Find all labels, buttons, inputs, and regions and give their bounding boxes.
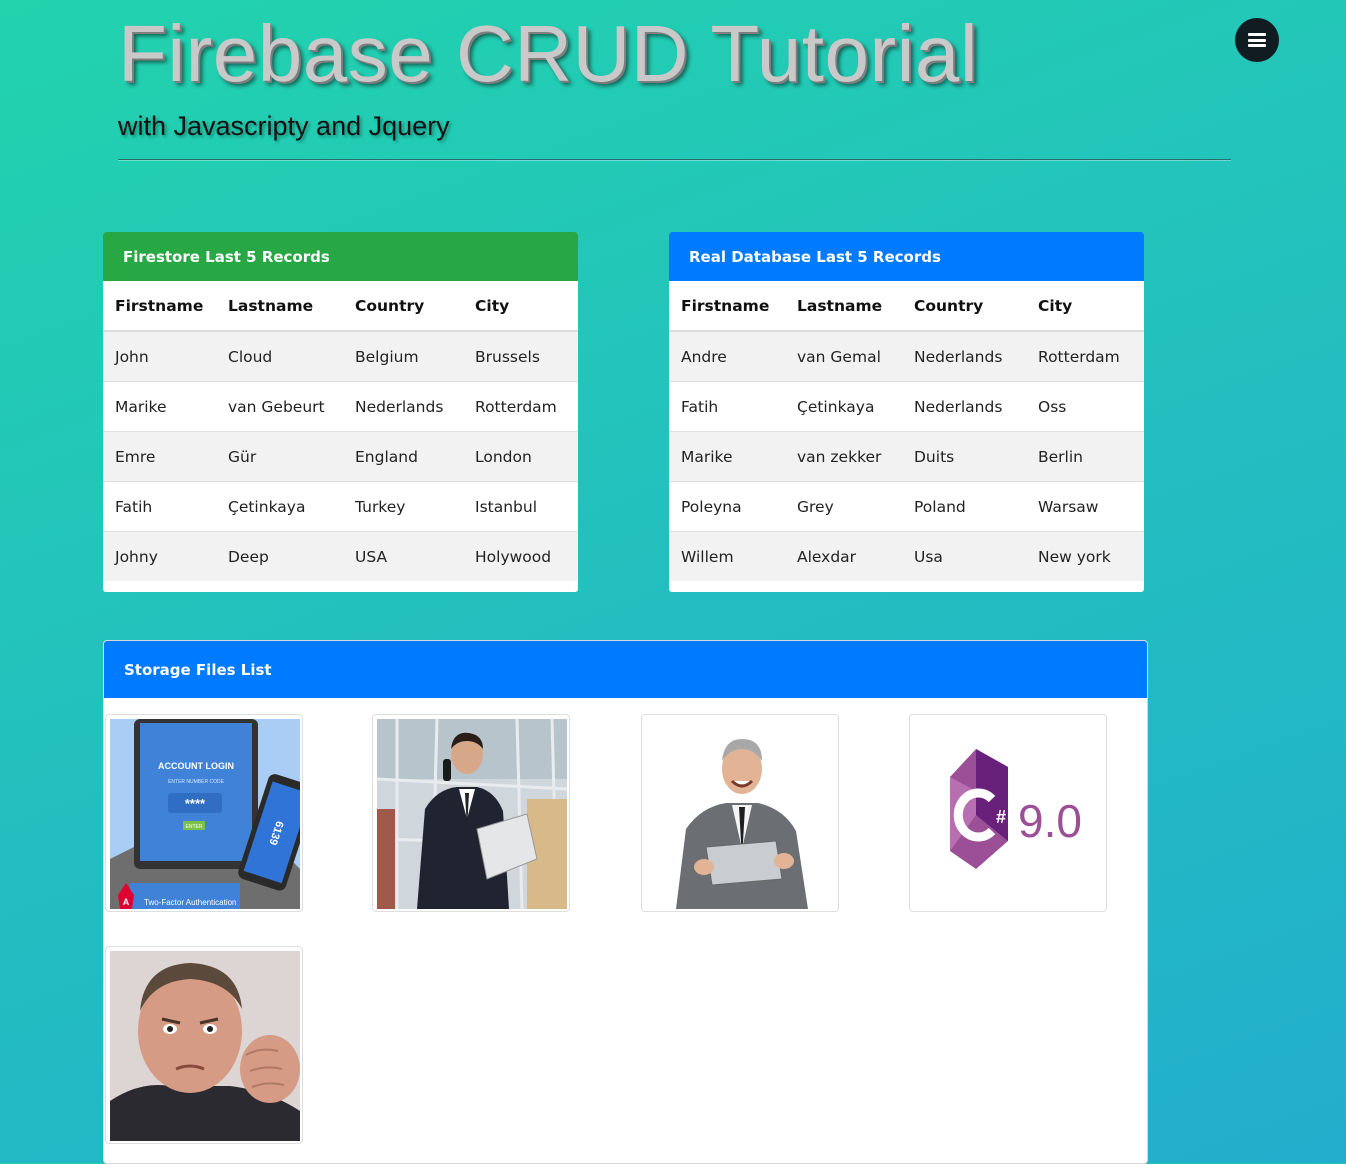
- cell-country: Belgium: [343, 330, 463, 382]
- businessman-phone-photo: [377, 719, 567, 909]
- storage-file-thumbnail-businessman-tablet[interactable]: [641, 714, 839, 912]
- column-header-city: City: [463, 281, 578, 332]
- table-row: Marike van Gebeurt Nederlands Rotterdam: [103, 381, 578, 432]
- cell-firstname: Poleyna: [669, 481, 785, 532]
- csharp-symbol: #: [996, 807, 1006, 827]
- firestore-records-card: Firestore Last 5 Records Firstname Lastn…: [103, 232, 578, 592]
- cell-country: Turkey: [343, 481, 463, 532]
- cell-lastname: van Gemal: [785, 330, 902, 382]
- cell-firstname: Willem: [669, 531, 785, 581]
- storage-card-title: Storage Files List: [124, 660, 272, 679]
- cell-firstname: Fatih: [669, 381, 785, 432]
- cell-city: Rotterdam: [463, 381, 578, 432]
- table-row: Fatih Çetinkaya Nederlands Oss: [669, 381, 1144, 432]
- firestore-card-title: Firestore Last 5 Records: [123, 247, 330, 266]
- svg-text:A: A: [123, 897, 130, 907]
- table-row: Marike van zekker Duits Berlin: [669, 431, 1144, 482]
- table-row: Emre Gür England London: [103, 431, 578, 482]
- firestore-card-header: Firestore Last 5 Records: [103, 232, 578, 281]
- column-header-lastname: Lastname: [216, 281, 343, 332]
- column-header-lastname: Lastname: [785, 281, 902, 332]
- table-header-row: Firstname Lastname Country City: [103, 281, 578, 332]
- csharp-logo-image: # 9.0: [914, 719, 1104, 909]
- pointing-man-photo: [110, 951, 300, 1141]
- storage-file-thumbnail-businessman-phone[interactable]: [372, 714, 570, 912]
- cell-city: Berlin: [1026, 431, 1144, 482]
- column-header-country: Country: [902, 281, 1026, 332]
- column-header-firstname: Firstname: [103, 281, 216, 332]
- storage-file-thumbnail-pointing-man[interactable]: [105, 946, 303, 1144]
- cell-lastname: Gür: [216, 431, 343, 482]
- cell-city: Brussels: [463, 330, 578, 382]
- storage-file-thumbnail-csharp[interactable]: # 9.0: [909, 714, 1107, 912]
- cell-city: New york: [1026, 531, 1144, 581]
- table-header-row: Firstname Lastname Country City: [669, 281, 1144, 332]
- cell-firstname: John: [103, 330, 216, 382]
- table-row: Andre van Gemal Nederlands Rotterdam: [669, 330, 1144, 382]
- realtime-card-header: Real Database Last 5 Records: [669, 232, 1144, 281]
- realtime-records-card: Real Database Last 5 Records Firstname L…: [669, 232, 1144, 592]
- cell-country: USA: [343, 531, 463, 581]
- page-title: Firebase CRUD Tutorial: [118, 9, 979, 98]
- cell-firstname: Johny: [103, 531, 216, 581]
- cell-lastname: Deep: [216, 531, 343, 581]
- storage-card-header: Storage Files List: [104, 641, 1147, 698]
- table-row: Poleyna Grey Poland Warsaw: [669, 481, 1144, 532]
- table-row: Willem Alexdar Usa New york: [669, 531, 1144, 581]
- firestore-records-table: Firstname Lastname Country City John Clo…: [103, 281, 578, 581]
- login-code: ****: [185, 796, 206, 811]
- column-header-firstname: Firstname: [669, 281, 785, 332]
- column-header-country: Country: [343, 281, 463, 332]
- login-heading: ACCOUNT LOGIN: [158, 761, 234, 771]
- two-factor-login-image: ACCOUNT LOGIN ENTER NUMBER CODE **** ENT…: [110, 719, 300, 909]
- cell-city: Istanbul: [463, 481, 578, 532]
- cell-country: Nederlands: [902, 381, 1026, 432]
- cell-city: London: [463, 431, 578, 482]
- cell-country: Nederlands: [343, 381, 463, 432]
- cell-firstname: Fatih: [103, 481, 216, 532]
- cell-country: England: [343, 431, 463, 482]
- login-subheading: ENTER NUMBER CODE: [168, 779, 225, 785]
- cell-city: Holywood: [463, 531, 578, 581]
- csharp-version: 9.0: [1018, 795, 1082, 847]
- cell-country: Nederlands: [902, 330, 1026, 382]
- table-row: Fatih Çetinkaya Turkey Istanbul: [103, 481, 578, 532]
- cell-country: Poland: [902, 481, 1026, 532]
- cell-country: Usa: [902, 531, 1026, 581]
- cell-city: Oss: [1026, 381, 1144, 432]
- login-caption: Two-Factor Authentication: [144, 898, 237, 907]
- cell-country: Duits: [902, 431, 1026, 482]
- page-subtitle: with Javascripty and Jquery: [118, 111, 450, 141]
- cell-firstname: Marike: [103, 381, 216, 432]
- realtime-card-title: Real Database Last 5 Records: [689, 247, 941, 266]
- cell-city: Rotterdam: [1026, 330, 1144, 382]
- businessman-tablet-photo: [646, 719, 836, 909]
- cell-lastname: Alexdar: [785, 531, 902, 581]
- login-enter: ENTER: [186, 824, 203, 830]
- cell-firstname: Marike: [669, 431, 785, 482]
- realtime-records-table: Firstname Lastname Country City Andre va…: [669, 281, 1144, 581]
- cell-lastname: Çetinkaya: [216, 481, 343, 532]
- cell-city: Warsaw: [1026, 481, 1144, 532]
- table-row: John Cloud Belgium Brussels: [103, 330, 578, 382]
- hamburger-menu-icon: [1248, 33, 1266, 47]
- cell-lastname: van Gebeurt: [216, 381, 343, 432]
- cell-lastname: van zekker: [785, 431, 902, 482]
- column-header-city: City: [1026, 281, 1144, 332]
- cell-lastname: Grey: [785, 481, 902, 532]
- cell-firstname: Andre: [669, 330, 785, 382]
- cell-lastname: Cloud: [216, 330, 343, 382]
- cell-firstname: Emre: [103, 431, 216, 482]
- cell-lastname: Çetinkaya: [785, 381, 902, 432]
- storage-files-card: Storage Files List ACCOUNT LOGIN ENTER N…: [103, 640, 1148, 1164]
- table-row: Johny Deep USA Holywood: [103, 531, 578, 581]
- menu-button[interactable]: [1235, 18, 1279, 62]
- storage-file-thumbnail-two-factor[interactable]: ACCOUNT LOGIN ENTER NUMBER CODE **** ENT…: [105, 714, 303, 912]
- header-divider: [118, 159, 1231, 160]
